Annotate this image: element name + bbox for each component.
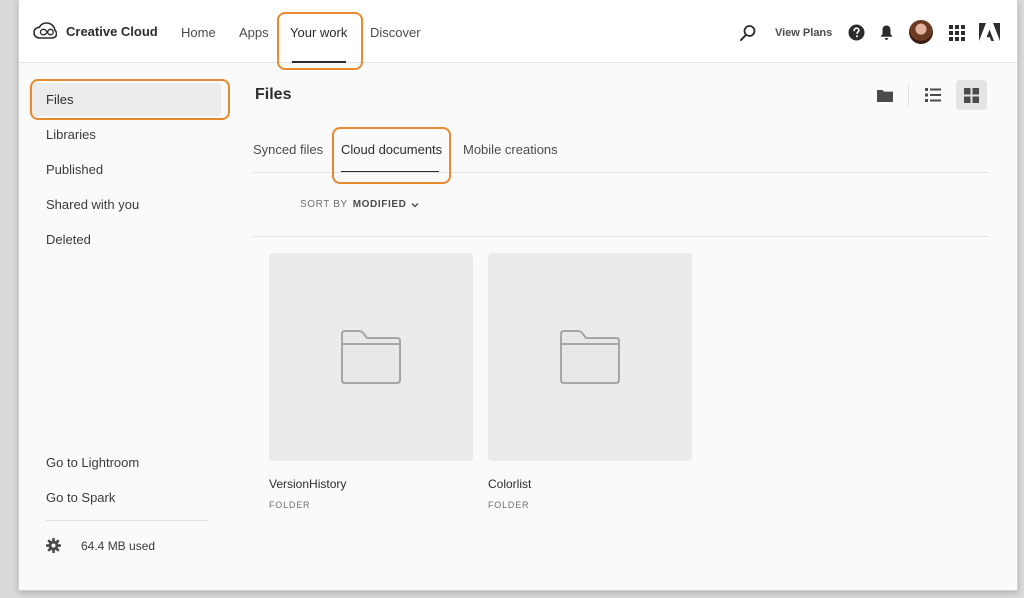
sidebar-item-label: Deleted — [46, 232, 91, 247]
app-grid-icon[interactable] — [949, 25, 965, 41]
top-header: Creative Cloud Home Apps Your work Disco… — [19, 0, 1017, 70]
card-type: FOLDER — [488, 500, 530, 510]
file-card[interactable]: VersionHistory FOLDER — [269, 253, 473, 515]
brand[interactable]: Creative Cloud — [33, 22, 158, 40]
sidebar-item-deleted[interactable]: Deleted — [29, 223, 221, 256]
chevron-down-icon — [411, 202, 419, 207]
sidebar-item-label: Published — [46, 162, 104, 177]
list-view-icon — [924, 88, 941, 102]
card-thumbnail[interactable] — [488, 253, 692, 461]
card-type: FOLDER — [269, 500, 311, 510]
help-icon[interactable] — [848, 24, 865, 41]
sidebar-item-published[interactable]: Published — [29, 153, 221, 186]
card-name: Colorlist — [488, 477, 532, 491]
creative-cloud-logo-icon — [33, 22, 57, 39]
brand-name: Creative Cloud — [66, 23, 158, 39]
sidebar-item-shared-with-you[interactable]: Shared with you — [29, 188, 221, 221]
folder-icon — [560, 330, 620, 384]
sort-label: SORT BY — [300, 199, 348, 210]
storage-used: 64.4 MB used — [81, 538, 156, 553]
avatar[interactable] — [909, 20, 933, 44]
sort-value: MODIFIED — [352, 199, 407, 210]
sidebar-item-label: Shared with you — [46, 197, 140, 212]
app-window: Creative Cloud Home Apps Your work Disco… — [18, 0, 1018, 591]
nav-discover[interactable]: Discover — [370, 25, 421, 40]
sort-divider — [253, 236, 988, 237]
adobe-logo-icon[interactable] — [979, 23, 1000, 42]
new-folder-button[interactable] — [869, 80, 900, 110]
your-work-highlight — [277, 12, 363, 70]
grid-view-icon — [964, 87, 979, 103]
nav-apps[interactable]: Apps — [239, 25, 269, 40]
cloud-documents-highlight — [332, 127, 451, 184]
folder-icon — [341, 330, 401, 384]
sort-dropdown[interactable]: SORT BY MODIFIED — [300, 199, 419, 210]
tab-mobile-creations[interactable]: Mobile creations — [463, 142, 558, 157]
folder-icon — [876, 89, 893, 102]
view-plans-link[interactable]: View Plans — [775, 27, 832, 39]
grid-view-button[interactable] — [956, 80, 987, 110]
view-divider — [908, 84, 909, 106]
go-to-lightroom-link[interactable]: Go to Lightroom — [29, 446, 221, 479]
bell-icon[interactable] — [879, 24, 894, 41]
go-to-spark-link[interactable]: Go to Spark — [29, 481, 221, 514]
storage-status: 64.4 MB used — [46, 538, 155, 553]
gear-icon[interactable] — [46, 538, 61, 553]
sidebar-item-label: Libraries — [46, 127, 96, 142]
search-icon[interactable] — [739, 24, 757, 42]
card-name: VersionHistory — [269, 477, 347, 491]
link-label: Go to Lightroom — [46, 455, 140, 470]
list-view-button[interactable] — [917, 80, 948, 110]
link-label: Go to Spark — [46, 490, 116, 505]
nav-home[interactable]: Home — [181, 25, 216, 40]
files-highlight — [30, 79, 230, 120]
page-title: Files — [255, 86, 292, 103]
file-card[interactable]: Colorlist FOLDER — [488, 253, 692, 515]
sidebar-divider — [46, 520, 208, 521]
tab-synced-files[interactable]: Synced files — [253, 142, 323, 157]
card-thumbnail[interactable] — [269, 253, 473, 461]
sidebar-item-libraries[interactable]: Libraries — [29, 118, 221, 151]
